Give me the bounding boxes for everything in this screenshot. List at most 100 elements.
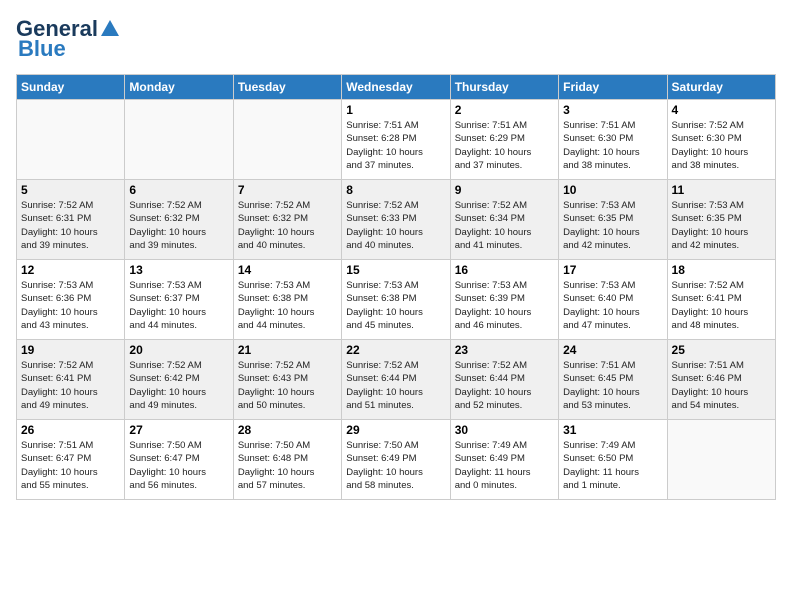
day-number: 9 [455,183,554,197]
day-info: Sunrise: 7:52 AM Sunset: 6:42 PM Dayligh… [129,359,228,412]
day-header-wednesday: Wednesday [342,75,450,100]
calendar-cell: 7Sunrise: 7:52 AM Sunset: 6:32 PM Daylig… [233,180,341,260]
calendar-cell: 12 Sunrise: 7:53 AM Sunset: 6:36 PM Dayli… [17,260,125,340]
day-number: 23 [455,343,554,357]
calendar-cell: 23 Sunrise: 7:52 AM Sunset: 6:44 PM Dayli… [450,340,558,420]
day-info: Sunrise: 7:50 AM Sunset: 6:47 PM Dayligh… [129,439,228,492]
day-info: Sunrise: 7:53 AM Sunset: 6:39 PM Dayligh… [455,279,554,332]
calendar-cell: 10 Sunrise: 7:53 AM Sunset: 6:35 PM Dayli… [559,180,667,260]
page-header: General Blue [16,16,776,62]
calendar-cell: 6Sunrise: 7:52 AM Sunset: 6:32 PM Daylig… [125,180,233,260]
day-number: 29 [346,423,445,437]
calendar-cell: 22Sunrise: 7:52 AM Sunset: 6:44 PM Dayli… [342,340,450,420]
calendar-cell: 19Sunrise: 7:52 AM Sunset: 6:41 PM Dayli… [17,340,125,420]
calendar-cell: 31 Sunrise: 7:49 AM Sunset: 6:50 PM Dayli… [559,420,667,500]
calendar-week-row: 12 Sunrise: 7:53 AM Sunset: 6:36 PM Dayli… [17,260,776,340]
day-header-saturday: Saturday [667,75,775,100]
calendar-week-row: 1 Sunrise: 7:51 AM Sunset: 6:28 PM Daylig… [17,100,776,180]
day-number: 2 [455,103,554,117]
day-info: Sunrise: 7:53 AM Sunset: 6:38 PM Dayligh… [238,279,337,332]
day-info: Sunrise: 7:53 AM Sunset: 6:35 PM Dayligh… [672,199,771,252]
calendar-cell: 8 Sunrise: 7:52 AM Sunset: 6:33 PM Daylig… [342,180,450,260]
day-header-monday: Monday [125,75,233,100]
day-info: Sunrise: 7:49 AM Sunset: 6:49 PM Dayligh… [455,439,554,492]
calendar-cell: 29 Sunrise: 7:50 AM Sunset: 6:49 PM Dayli… [342,420,450,500]
day-info: Sunrise: 7:52 AM Sunset: 6:34 PM Dayligh… [455,199,554,252]
day-info: Sunrise: 7:51 AM Sunset: 6:29 PM Dayligh… [455,119,554,172]
day-info: Sunrise: 7:53 AM Sunset: 6:36 PM Dayligh… [21,279,120,332]
calendar-cell: 21 Sunrise: 7:52 AM Sunset: 6:43 PM Dayli… [233,340,341,420]
day-number: 12 [21,263,120,277]
day-header-tuesday: Tuesday [233,75,341,100]
logo-blue: Blue [16,36,66,62]
calendar-cell: 2 Sunrise: 7:51 AM Sunset: 6:29 PM Daylig… [450,100,558,180]
day-info: Sunrise: 7:52 AM Sunset: 6:43 PM Dayligh… [238,359,337,412]
day-number: 11 [672,183,771,197]
day-info: Sunrise: 7:51 AM Sunset: 6:46 PM Dayligh… [672,359,771,412]
calendar-cell: 4 Sunrise: 7:52 AM Sunset: 6:30 PM Daylig… [667,100,775,180]
day-number: 27 [129,423,228,437]
day-info: Sunrise: 7:51 AM Sunset: 6:45 PM Dayligh… [563,359,662,412]
calendar-cell [233,100,341,180]
calendar-cell: 27 Sunrise: 7:50 AM Sunset: 6:47 PM Dayli… [125,420,233,500]
calendar-cell: 24Sunrise: 7:51 AM Sunset: 6:45 PM Dayli… [559,340,667,420]
day-number: 20 [129,343,228,357]
day-number: 19 [21,343,120,357]
day-info: Sunrise: 7:53 AM Sunset: 6:37 PM Dayligh… [129,279,228,332]
day-info: Sunrise: 7:52 AM Sunset: 6:33 PM Dayligh… [346,199,445,252]
day-info: Sunrise: 7:52 AM Sunset: 6:30 PM Dayligh… [672,119,771,172]
day-number: 30 [455,423,554,437]
day-number: 4 [672,103,771,117]
calendar-week-row: 19Sunrise: 7:52 AM Sunset: 6:41 PM Dayli… [17,340,776,420]
day-info: Sunrise: 7:52 AM Sunset: 6:41 PM Dayligh… [672,279,771,332]
day-info: Sunrise: 7:51 AM Sunset: 6:28 PM Dayligh… [346,119,445,172]
day-number: 25 [672,343,771,357]
day-info: Sunrise: 7:50 AM Sunset: 6:48 PM Dayligh… [238,439,337,492]
day-number: 21 [238,343,337,357]
day-number: 28 [238,423,337,437]
calendar-cell: 14 Sunrise: 7:53 AM Sunset: 6:38 PM Dayli… [233,260,341,340]
day-number: 8 [346,183,445,197]
day-info: Sunrise: 7:52 AM Sunset: 6:44 PM Dayligh… [346,359,445,412]
day-info: Sunrise: 7:53 AM Sunset: 6:38 PM Dayligh… [346,279,445,332]
day-info: Sunrise: 7:53 AM Sunset: 6:40 PM Dayligh… [563,279,662,332]
day-number: 31 [563,423,662,437]
calendar-cell: 28 Sunrise: 7:50 AM Sunset: 6:48 PM Dayli… [233,420,341,500]
day-info: Sunrise: 7:53 AM Sunset: 6:35 PM Dayligh… [563,199,662,252]
day-number: 13 [129,263,228,277]
day-info: Sunrise: 7:50 AM Sunset: 6:49 PM Dayligh… [346,439,445,492]
day-number: 17 [563,263,662,277]
calendar-cell: 5 Sunrise: 7:52 AM Sunset: 6:31 PM Daylig… [17,180,125,260]
day-number: 3 [563,103,662,117]
day-info: Sunrise: 7:52 AM Sunset: 6:32 PM Dayligh… [238,199,337,252]
calendar-cell: 3Sunrise: 7:51 AM Sunset: 6:30 PM Daylig… [559,100,667,180]
day-header-friday: Friday [559,75,667,100]
day-header-sunday: Sunday [17,75,125,100]
day-info: Sunrise: 7:49 AM Sunset: 6:50 PM Dayligh… [563,439,662,492]
logo-icon [99,18,121,40]
calendar-cell: 18 Sunrise: 7:52 AM Sunset: 6:41 PM Dayli… [667,260,775,340]
day-info: Sunrise: 7:52 AM Sunset: 6:32 PM Dayligh… [129,199,228,252]
day-number: 10 [563,183,662,197]
calendar-week-row: 26Sunrise: 7:51 AM Sunset: 6:47 PM Dayli… [17,420,776,500]
day-number: 15 [346,263,445,277]
calendar-cell: 15 Sunrise: 7:53 AM Sunset: 6:38 PM Dayli… [342,260,450,340]
day-number: 1 [346,103,445,117]
calendar-cell: 13 Sunrise: 7:53 AM Sunset: 6:37 PM Dayli… [125,260,233,340]
calendar-cell: 17 Sunrise: 7:53 AM Sunset: 6:40 PM Dayli… [559,260,667,340]
day-number: 18 [672,263,771,277]
day-info: Sunrise: 7:52 AM Sunset: 6:31 PM Dayligh… [21,199,120,252]
day-number: 16 [455,263,554,277]
calendar-cell: 26Sunrise: 7:51 AM Sunset: 6:47 PM Dayli… [17,420,125,500]
calendar-cell: 20 Sunrise: 7:52 AM Sunset: 6:42 PM Dayli… [125,340,233,420]
calendar-cell: 1 Sunrise: 7:51 AM Sunset: 6:28 PM Daylig… [342,100,450,180]
calendar-cell: 9 Sunrise: 7:52 AM Sunset: 6:34 PM Daylig… [450,180,558,260]
day-info: Sunrise: 7:52 AM Sunset: 6:44 PM Dayligh… [455,359,554,412]
calendar-cell: 16 Sunrise: 7:53 AM Sunset: 6:39 PM Dayli… [450,260,558,340]
day-number: 14 [238,263,337,277]
calendar-header-row: SundayMondayTuesdayWednesdayThursdayFrid… [17,75,776,100]
day-number: 26 [21,423,120,437]
day-number: 5 [21,183,120,197]
calendar-table: SundayMondayTuesdayWednesdayThursdayFrid… [16,74,776,500]
calendar-week-row: 5 Sunrise: 7:52 AM Sunset: 6:31 PM Daylig… [17,180,776,260]
